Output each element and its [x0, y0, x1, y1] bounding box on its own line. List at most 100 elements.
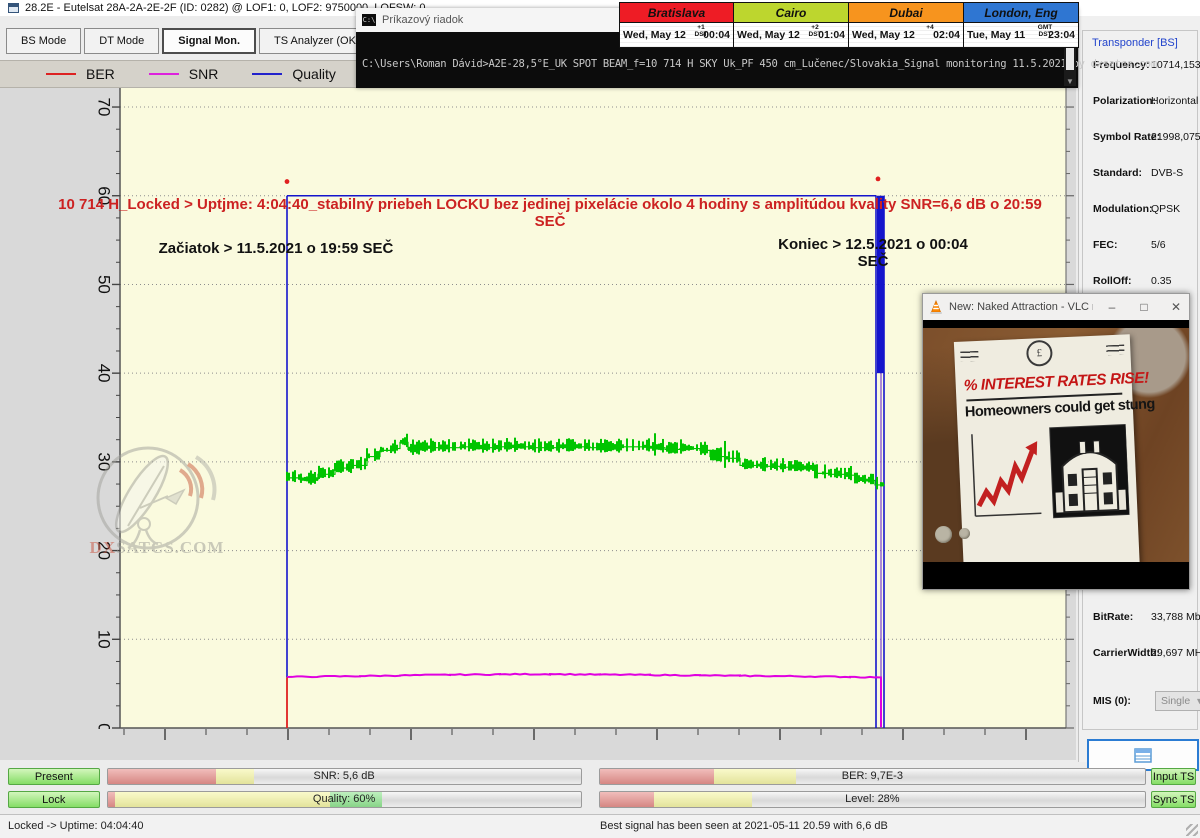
- field-value: 5/6: [1151, 239, 1166, 251]
- clock-time: 01:04: [818, 29, 845, 41]
- newspaper-stamp-icon: £: [1026, 340, 1053, 367]
- minimize-button[interactable]: –: [1099, 294, 1125, 320]
- status-bar: Locked -> Uptime: 04:04:40 Best signal h…: [0, 814, 1200, 838]
- status-badge-input-ts: Input TS: [1151, 768, 1196, 785]
- app-icon: [8, 3, 19, 13]
- clock-body: Wed, May 12+1DST00:04: [620, 23, 733, 47]
- bar-label: Quality: 60%: [108, 793, 581, 805]
- field-fec: FEC: 5/6: [1093, 239, 1199, 251]
- clock-london-eng: London, EngTue, May 11GMTDST23:04: [964, 2, 1079, 48]
- svg-text:20: 20: [95, 541, 114, 560]
- chart-annotation-main: 10 714 H_Locked > Uptjme: 4:04:40_stabil…: [48, 196, 1052, 230]
- indicator-row: Present SNR: 5,6 dB BER: 9,7E-3 Input TS: [8, 768, 1196, 785]
- transponder-title: Transponder [BS]: [1089, 37, 1181, 49]
- mis-dropdown[interactable]: Single ▼: [1155, 691, 1200, 711]
- tab-dt-mode[interactable]: DT Mode: [84, 28, 159, 54]
- cmd-prompt-line: C:\Users\Roman Dávid>A2E-28,5°E_UK SPOT …: [362, 58, 1157, 70]
- cmd-window-title: Príkazový riadok: [382, 14, 463, 26]
- vlc-cone-icon: [929, 300, 943, 315]
- table-icon: [1134, 748, 1152, 763]
- legend-swatch-snr: [149, 73, 179, 75]
- best-signal-status: Best signal has been seen at 2021-05-11 …: [600, 820, 888, 832]
- meter-quality: Quality: 60%: [107, 791, 582, 808]
- vlc-titlebar[interactable]: New: Naked Attraction - VLC media player…: [923, 294, 1189, 320]
- legend-item-snr: SNR: [149, 66, 219, 82]
- newspaper-headline: % INTEREST RATES RISE!: [963, 371, 1124, 396]
- newspaper-subheadline: Homeowners could get stung: [965, 398, 1126, 421]
- vlc-video-area[interactable]: £ % INTEREST RATES RISE! Homeowners coul…: [923, 320, 1189, 589]
- field-symbolrate: Symbol Rate:21998,075 KS/s: [1093, 131, 1199, 143]
- legend-swatch-quality: [252, 73, 282, 75]
- clock-city: Bratislava: [620, 3, 733, 23]
- meter-level: Level: 28%: [599, 791, 1147, 808]
- status-badge-lock: Lock: [8, 791, 100, 808]
- meter-ber: BER: 9,7E-3: [599, 768, 1147, 785]
- paper-deco-lines: [960, 351, 978, 362]
- field-label: BitRate:: [1093, 611, 1133, 623]
- mis-field: MIS (0): Single ▼: [1093, 695, 1199, 707]
- field-label: CarrierWidth:: [1093, 647, 1160, 659]
- mis-label: MIS (0):: [1093, 695, 1131, 707]
- world-clocks: BratislavaWed, May 12+1DST00:04CairoWed,…: [619, 2, 1079, 48]
- field-label: Polarization:: [1093, 95, 1156, 107]
- mode-tab-bar: BS ModeDT ModeSignal Mon.TS Analyzer (OK…: [6, 28, 375, 54]
- vlc-window-title: New: Naked Attraction - VLC media player: [949, 301, 1093, 313]
- chart-canvas: 010203040506070: [0, 88, 1076, 760]
- legend-label: SNR: [189, 66, 219, 82]
- field-label: FEC:: [1093, 239, 1118, 251]
- field-label: Standard:: [1093, 167, 1142, 179]
- svg-text:50: 50: [95, 275, 114, 294]
- clock-body: Wed, May 12+2DST01:04: [734, 23, 848, 47]
- resize-grip[interactable]: [1186, 824, 1198, 836]
- svg-text:40: 40: [95, 364, 114, 383]
- clock-body: Tue, May 11GMTDST23:04: [964, 23, 1078, 47]
- clock-bratislava: BratislavaWed, May 12+1DST00:04: [619, 2, 734, 48]
- field-polarization: Polarization:Horizontal: [1093, 95, 1199, 107]
- signal-indicator-panel: Present SNR: 5,6 dB BER: 9,7E-3 Input TS Loc…: [0, 765, 1200, 811]
- clock-city: London, Eng: [964, 3, 1078, 23]
- clock-body: Wed, May 12+402:04: [849, 23, 963, 47]
- mis-value: Single: [1161, 695, 1190, 707]
- field-standard: Standard:DVB-S: [1093, 167, 1199, 179]
- tab-bs-mode[interactable]: BS Mode: [6, 28, 81, 54]
- legend-item-ber: BER: [46, 66, 115, 82]
- photo-artifact-dot: [935, 526, 952, 543]
- bar-label: SNR: 5,6 dB: [108, 770, 581, 782]
- close-button[interactable]: ✕: [1163, 294, 1189, 320]
- legend-label: Quality: [292, 66, 336, 82]
- scroll-down-icon[interactable]: ▼: [1064, 77, 1076, 86]
- legend-swatch-ber: [46, 73, 76, 75]
- maximize-button[interactable]: □: [1131, 294, 1157, 320]
- photo-artifact-dot: [959, 528, 970, 539]
- rising-rates-graph-icon: [966, 427, 1045, 522]
- field-value: QPSK: [1151, 203, 1180, 215]
- bar-label: BER: 9,7E-3: [600, 770, 1146, 782]
- field-carrierwidth: CarrierWidth:29,697 MHz: [1093, 647, 1199, 659]
- clock-date: Wed, May 12: [852, 29, 915, 41]
- field-bitrate: BitRate: 33,788 Mbit/s: [1093, 611, 1199, 623]
- meter-snr: SNR: 5,6 dB: [107, 768, 582, 785]
- field-value: 29,697 MHz: [1151, 647, 1200, 659]
- legend-item-quality: Quality: [252, 66, 336, 82]
- field-modulation: Modulation:QPSK: [1093, 203, 1199, 215]
- lock-uptime-status: Locked -> Uptime: 04:04:40: [8, 820, 143, 832]
- chart-annotation-start: Začiatok > 11.5.2021 o 19:59 SEČ: [158, 240, 394, 257]
- field-value: 0.35: [1151, 275, 1171, 287]
- tab-signal-mon-[interactable]: Signal Mon.: [162, 28, 256, 54]
- clock-time: 00:04: [703, 29, 730, 41]
- svg-text:70: 70: [95, 98, 114, 117]
- field-value: Horizontal: [1151, 95, 1198, 107]
- field-value: 33,788 Mbit/s: [1151, 611, 1200, 623]
- field-label: Modulation:: [1093, 203, 1152, 215]
- house-cartoon-icon: [1049, 424, 1130, 519]
- clock-time: 02:04: [933, 29, 960, 41]
- status-badge-present: Present: [8, 768, 100, 785]
- signal-monitor-chart: 010203040506070 10 714 H_Locked > Uptjme…: [0, 88, 1076, 760]
- status-badge-sync-ts: Sync TS: [1151, 791, 1196, 808]
- field-label: RollOff:: [1093, 275, 1132, 287]
- clock-cairo: CairoWed, May 12+2DST01:04: [734, 2, 849, 48]
- field-value: 10714,153 MHz: [1151, 59, 1200, 71]
- clock-dubai: DubaiWed, May 12+402:04: [849, 2, 964, 48]
- clock-city: Cairo: [734, 3, 848, 23]
- scrollbar-thumb[interactable]: [1066, 48, 1074, 70]
